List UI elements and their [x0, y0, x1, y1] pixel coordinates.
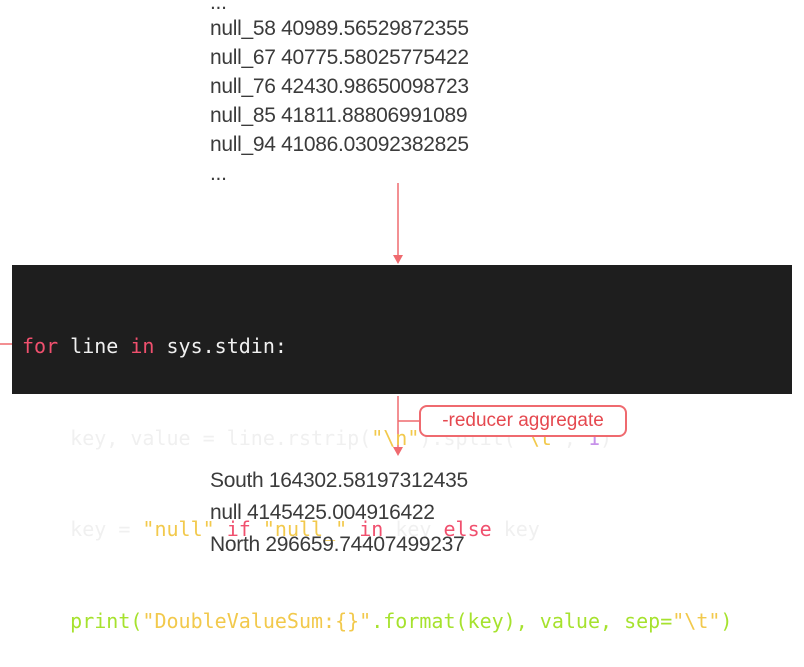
code-text: key, value = line.rstrip( [70, 425, 372, 450]
code-line-4: print("DoubleValueSum:{}".format(key), v… [22, 606, 792, 637]
code-text: . [371, 608, 384, 633]
output-data-block: South 164302.58197312435 null 4145425.00… [210, 465, 468, 561]
code-text: sys.stdin: [154, 334, 287, 358]
code-text: key = [70, 517, 143, 541]
code-line-2: key, value = line.rstrip("\n").split("\t… [22, 423, 792, 454]
reducer-aggregate-label: -reducer aggregate [419, 405, 627, 437]
output-line: North 296659.74407499237 [210, 533, 465, 556]
code-string: "\t" [672, 608, 721, 633]
code-string: "null" [142, 517, 215, 541]
code-text: key [491, 517, 540, 541]
code-keyword: for [22, 334, 59, 358]
code-text: ) [720, 608, 733, 633]
output-line: null 4145425.004916422 [210, 501, 435, 524]
code-string: "DoubleValueSum:{}" [142, 608, 372, 633]
code-text: (key), value, sep= [455, 608, 673, 633]
code-string: "\n" [371, 425, 420, 450]
code-keyword: in [130, 334, 155, 358]
code-block: for line in sys.stdin: key, value = line… [12, 265, 792, 633]
code-function: print( [70, 608, 143, 633]
code-function: format [383, 608, 456, 633]
arrow-input-to-code-head [393, 255, 403, 264]
code-text: line [58, 334, 131, 358]
code-line-1: for line in sys.stdin: [22, 331, 792, 362]
output-line: South 164302.58197312435 [210, 469, 468, 492]
